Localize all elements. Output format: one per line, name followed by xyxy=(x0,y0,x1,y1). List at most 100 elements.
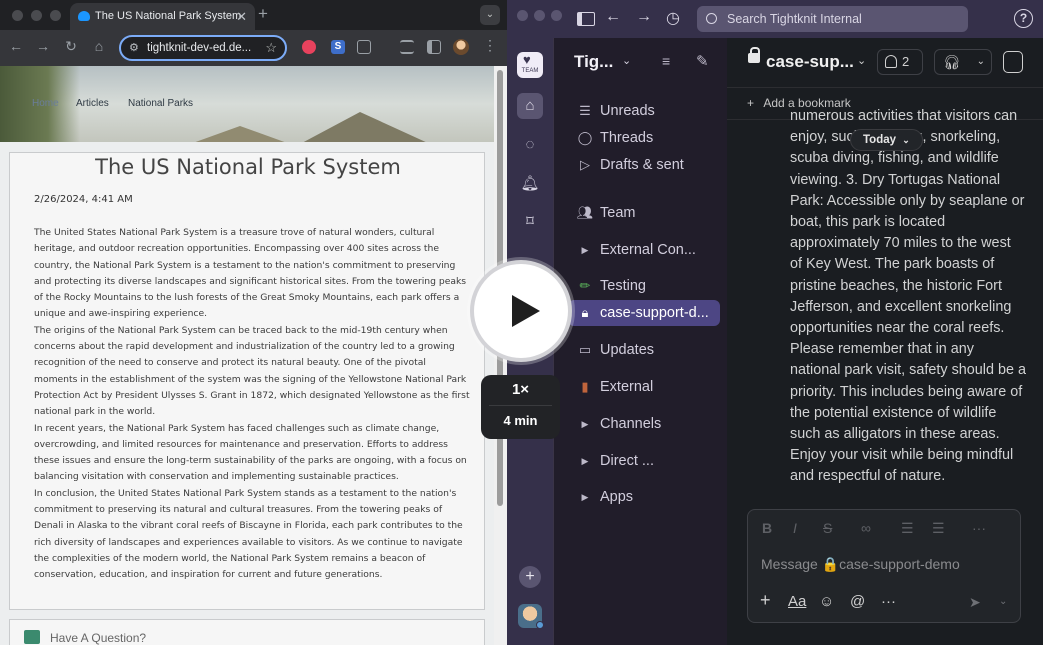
browser-tab-active[interactable]: The US National Park System ✕ xyxy=(70,3,255,30)
article-paragraph: In conclusion, the United States Nationa… xyxy=(34,487,463,581)
close-window-icon[interactable] xyxy=(12,10,23,21)
sidebar-item-testing[interactable]: ✏ Testing xyxy=(568,273,720,299)
playback-speed[interactable]: 1× xyxy=(481,381,560,398)
media-controls-icon[interactable] xyxy=(400,40,414,54)
filter-icon[interactable]: ≡ xyxy=(662,53,670,69)
sidebar-item-threads[interactable]: ◯ Threads xyxy=(568,125,720,151)
sidebar-item-label: Testing xyxy=(600,278,646,294)
site-settings-icon[interactable]: ⚙ xyxy=(129,37,139,59)
members-button[interactable]: 2 xyxy=(877,49,923,75)
send-icon[interactable]: ➤ xyxy=(969,594,981,611)
browser-window: The US National Park System ✕ + ⌄ ← → ↻ … xyxy=(0,0,507,645)
new-tab-icon[interactable]: + xyxy=(258,4,268,24)
side-panel-icon[interactable] xyxy=(427,40,441,54)
salesforce-cloud-icon xyxy=(78,11,90,21)
chevron-down-icon[interactable]: ⌄ xyxy=(622,54,631,67)
chevron-down-icon[interactable]: ⌄ xyxy=(999,596,1007,607)
address-bar[interactable]: ⚙ tightknit-dev-ed.de... ☆ xyxy=(119,35,287,61)
home-icon[interactable]: ⌂ xyxy=(90,38,108,54)
sidebar-item-case-support[interactable]: 🔒︎ case-support-d... xyxy=(568,300,720,326)
sidebar-item-updates[interactable]: ▭ Updates xyxy=(568,337,720,363)
headphones-icon: 🎧︎ xyxy=(943,54,961,70)
history-icon[interactable]: ◷ xyxy=(666,8,680,28)
more-formatting-icon[interactable]: ··· xyxy=(972,520,986,536)
breadcrumb-articles[interactable]: Articles xyxy=(76,98,109,109)
question-card[interactable]: Have A Question? xyxy=(9,619,485,645)
sidebar-toggle-icon[interactable] xyxy=(577,12,595,26)
bell-icon[interactable]: 🔔︎ xyxy=(517,171,543,197)
tab-title: The US National Park System xyxy=(95,10,242,22)
play-button[interactable] xyxy=(470,260,572,362)
extensions-puzzle-icon[interactable] xyxy=(357,40,371,54)
strikethrough-icon[interactable]: S xyxy=(823,520,832,536)
reload-icon[interactable]: ↻ xyxy=(62,38,80,55)
extension-s-icon[interactable]: S xyxy=(331,40,345,54)
sidebar-item-label: Team xyxy=(600,205,636,221)
add-workspace-icon[interactable]: + xyxy=(519,566,541,588)
tab-close-icon[interactable]: ✕ xyxy=(236,3,247,30)
minimize-window-icon[interactable] xyxy=(534,10,545,21)
banner-mountain xyxy=(190,126,290,142)
sidebar-section-channels[interactable]: ▶ Channels xyxy=(568,411,720,437)
forward-icon[interactable]: → xyxy=(636,8,652,26)
sidebar-section-external-connections[interactable]: ▶ External Con... xyxy=(568,237,720,263)
italic-icon[interactable]: I xyxy=(793,520,797,536)
sidebar-item-team[interactable]: 👥︎ Team xyxy=(568,200,720,226)
ordered-list-icon[interactable]: ☰ xyxy=(901,520,914,537)
maximize-window-icon[interactable] xyxy=(551,10,562,21)
dms-icon[interactable]: ◌ xyxy=(517,132,543,158)
more-menu-icon[interactable]: ⋮ xyxy=(483,37,497,54)
plus-icon[interactable]: + xyxy=(747,96,754,110)
emoji-icon[interactable]: ☺ xyxy=(819,593,834,610)
channel-title[interactable]: case-sup... xyxy=(766,52,854,72)
compose-icon[interactable]: ✎ xyxy=(696,52,709,70)
forward-icon[interactable]: → xyxy=(34,38,52,54)
tab-search-chevron-icon[interactable]: ⌄ xyxy=(480,5,500,25)
sidebar-item-label: Threads xyxy=(600,130,654,146)
playback-speed-chip[interactable]: 1× 4 min xyxy=(481,375,560,439)
browser-toolbar: ← → ↻ ⌂ ⚙ tightknit-dev-ed.de... ☆ S ⋮ xyxy=(0,30,507,66)
divider xyxy=(489,405,552,406)
breadcrumb-home[interactable]: Home xyxy=(32,98,59,109)
sidebar-item-label: Channels xyxy=(600,416,662,432)
search-input[interactable]: Search Tightknit Internal xyxy=(697,6,968,32)
home-icon[interactable]: ⌂ xyxy=(517,93,543,119)
minimize-window-icon[interactable] xyxy=(31,10,42,21)
chevron-down-icon[interactable]: ⌄ xyxy=(977,50,985,74)
workspace-name[interactable]: Tig... xyxy=(574,52,613,72)
canvas-icon[interactable] xyxy=(1003,51,1023,73)
profile-avatar[interactable] xyxy=(453,39,469,55)
bulleted-list-icon[interactable]: ☰ xyxy=(932,520,945,537)
sidebar-section-direct-messages[interactable]: ▶ Direct ... xyxy=(568,448,720,474)
sidebar-item-unreads[interactable]: ☰ Unreads xyxy=(568,98,720,124)
slack-window: ← → ◷ Search Tightknit Internal ? TEAM ⌂… xyxy=(507,0,1043,645)
date-divider-pill[interactable]: Today ⌄ xyxy=(850,129,923,151)
message-input[interactable]: Message 🔒case-support-demo xyxy=(761,556,960,573)
pencil-emoji-icon: ✏ xyxy=(579,278,591,293)
workspace-logo[interactable]: TEAM xyxy=(517,52,543,78)
caret-right-icon: ▶ xyxy=(581,456,589,466)
bold-icon[interactable]: B xyxy=(762,520,772,536)
plus-icon[interactable]: + xyxy=(760,590,771,611)
link-icon[interactable]: ∞ xyxy=(861,520,871,536)
huddle-button[interactable]: 🎧︎ ⌄ xyxy=(934,49,992,75)
caret-right-icon: ▶ xyxy=(581,245,589,255)
close-window-icon[interactable] xyxy=(517,10,528,21)
more-actions-icon[interactable]: ··· xyxy=(881,593,896,610)
message-composer[interactable]: B I S ∞ ☰ ☰ ··· Message 🔒case-support-de… xyxy=(747,509,1021,623)
text-format-icon[interactable]: Aa xyxy=(788,593,806,610)
article-date: 2/26/2024, 4:41 AM xyxy=(34,194,133,205)
extension-record-icon[interactable] xyxy=(302,40,316,54)
back-icon[interactable]: ← xyxy=(605,8,621,26)
sidebar-section-apps[interactable]: ▶ Apps xyxy=(568,484,720,510)
sidebar-item-drafts[interactable]: ▷ Drafts & sent xyxy=(568,152,720,178)
mention-icon[interactable]: @ xyxy=(850,593,865,610)
help-icon[interactable]: ? xyxy=(1014,9,1033,28)
bookmark-icon[interactable]: ⌑ xyxy=(517,209,543,235)
back-icon[interactable]: ← xyxy=(7,38,25,54)
maximize-window-icon[interactable] xyxy=(50,10,61,21)
bookmark-star-icon[interactable]: ☆ xyxy=(265,37,277,59)
play-icon xyxy=(512,295,540,327)
chevron-down-icon[interactable]: ⌄ xyxy=(857,54,866,67)
sidebar-item-external[interactable]: ▮ External xyxy=(568,374,720,400)
